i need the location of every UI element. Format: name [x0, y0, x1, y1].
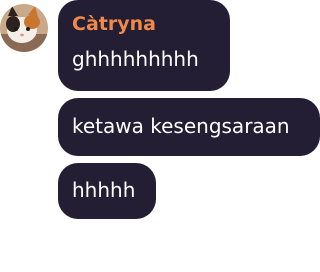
message-bubble[interactable]: Càtryna ghhhhhhhhh	[58, 0, 230, 91]
message-text: ketawa kesengsaraan	[72, 114, 290, 138]
chat-thread: Càtryna ghhhhhhhhh ketawa kesengsaraan h…	[0, 0, 320, 272]
cat-avatar-icon	[0, 4, 48, 52]
avatar[interactable]	[0, 4, 48, 52]
sender-name[interactable]: Càtryna	[72, 13, 216, 35]
message-bubble[interactable]: hhhhh	[58, 163, 156, 219]
message-text: ghhhhhhhhh	[72, 47, 199, 71]
message-text: hhhhh	[72, 178, 136, 202]
message-bubble[interactable]: ketawa kesengsaraan	[58, 98, 320, 156]
